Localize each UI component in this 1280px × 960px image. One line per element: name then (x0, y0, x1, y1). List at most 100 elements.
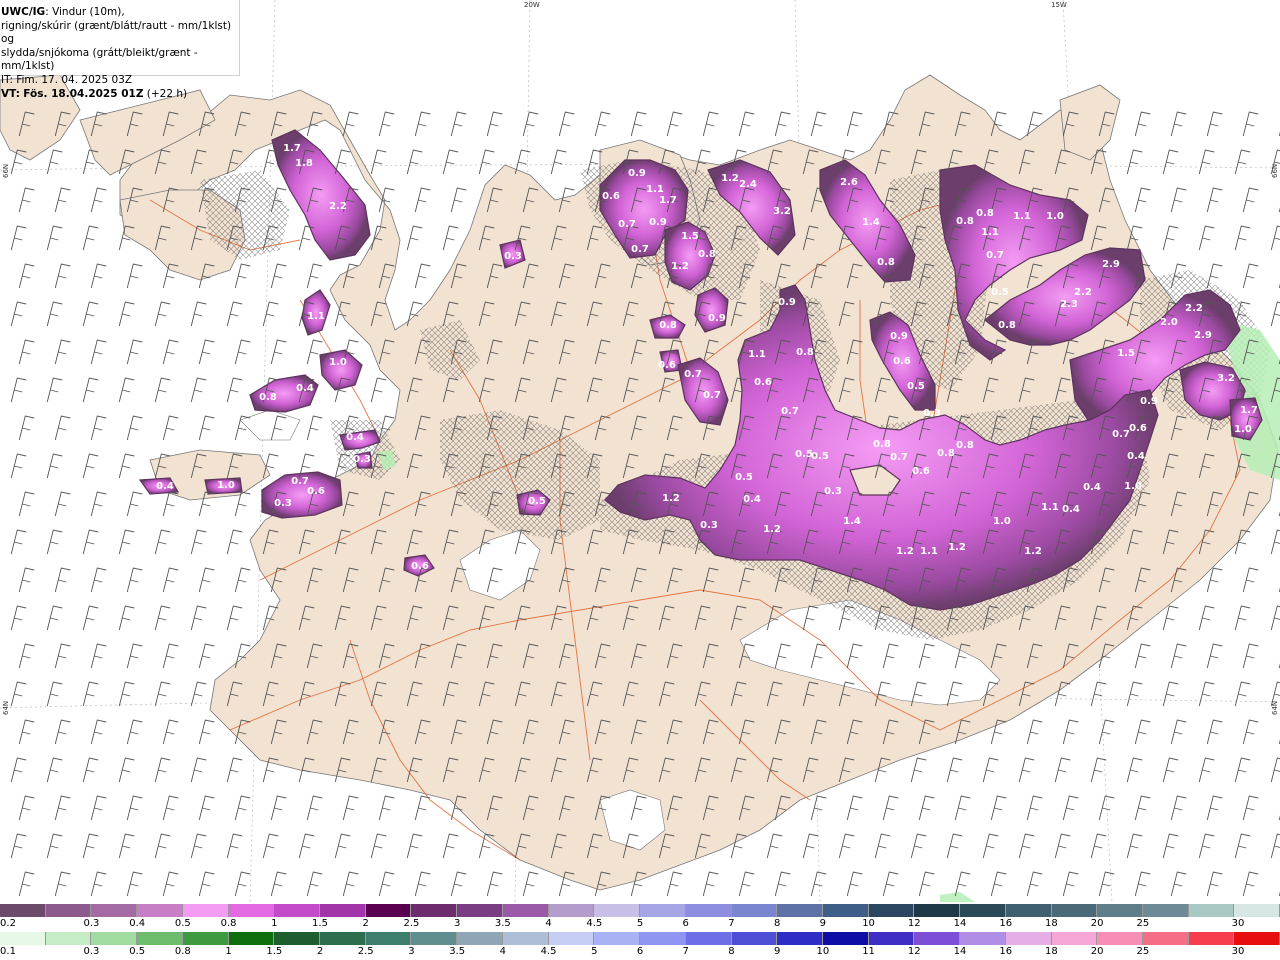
forecast-map[interactable]: 1.7 1.8 2.2 1.1 1.0 0.4 0.8 0.4 0.3 0.4 1.0 0.7 0.6 0… (0, 0, 1280, 902)
legend-swatch (457, 932, 503, 945)
legend-tick-label: 8 (728, 946, 735, 957)
wind-barb (18, 567, 35, 593)
snowfall-value-label: 0.6 (1129, 423, 1147, 434)
wind-barb (1206, 871, 1223, 897)
snowfall-value-label: 1.1 (748, 349, 766, 360)
wind-barb (82, 757, 99, 783)
legend-swatch (45, 904, 92, 917)
wind-barb (126, 263, 143, 289)
legend-swatch (868, 904, 915, 917)
legend-swatch (137, 904, 183, 917)
snowfall-value-label: 0.4 (1083, 482, 1101, 493)
snowfall-value-label: 0.4 (743, 494, 761, 505)
legend-tick-label: 5 (636, 918, 644, 929)
wind-barb (1134, 871, 1151, 897)
snowfall-value-label: 0.6 (893, 356, 911, 367)
legend-swatch (365, 932, 412, 945)
wind-barb (486, 111, 503, 137)
legend-swatch (0, 904, 46, 917)
snowfall-value-label: 0.8 (937, 448, 955, 459)
wind-barb (126, 339, 143, 365)
wind-barb (846, 111, 863, 137)
wind-barb (118, 757, 135, 783)
legend-tick-label: 10 (816, 946, 830, 957)
subtitle-rain: rigning/skúrir (grænt/blátt/rautt - mm/1… (1, 19, 232, 46)
legend-tick-label: 2 (316, 946, 324, 957)
wind-barb (162, 415, 179, 441)
snowfall-value-label: 1.0 (1124, 481, 1142, 492)
wind-barb (1170, 871, 1187, 897)
snowfall-value-label: 0.8 (998, 320, 1016, 331)
legend-swatch (777, 904, 823, 917)
wind-barb (54, 187, 71, 213)
wind-barb (1242, 719, 1259, 745)
legend-swatch (1097, 932, 1143, 945)
wind-barb (46, 757, 63, 783)
wind-barb (1198, 681, 1215, 707)
wind-barb (1234, 757, 1251, 783)
wind-barb (1018, 757, 1035, 783)
wind-barb (1206, 187, 1223, 213)
wind-barb (630, 111, 647, 137)
wind-barb (442, 149, 459, 175)
wind-barb (450, 111, 467, 137)
legend-swatch (640, 904, 686, 917)
legend-swatch (594, 932, 641, 945)
legend-tick-label: 8 (773, 918, 781, 929)
snowfall-value-label: 0.4 (1062, 504, 1080, 515)
snowfall-value-label: 0.8 (956, 440, 974, 451)
wind-barb (306, 263, 323, 289)
wind-barb (10, 301, 27, 327)
snowfall-value-label: 0.9 (649, 217, 667, 228)
wind-barb (406, 833, 423, 859)
wind-barb (990, 795, 1007, 821)
legend-tick-label: 18 (1045, 946, 1058, 957)
legend-swatch (228, 932, 275, 945)
legend-swatch (685, 932, 732, 945)
wind-barb (1090, 681, 1107, 707)
wind-barb (118, 529, 135, 555)
legend-tick-label: 1 (271, 918, 278, 929)
snowfall-value-label: 1.1 (981, 227, 999, 238)
snowfall-value-label: 0.3 (274, 498, 292, 509)
wind-barb (18, 719, 35, 745)
wind-barb (1134, 187, 1151, 213)
wind-barb (478, 149, 495, 175)
wind-barb (226, 301, 243, 327)
wind-barb (1170, 643, 1187, 669)
snowfall-value-label: 1.2 (763, 524, 781, 535)
wind-barb (46, 377, 63, 403)
legend-tick-label: 14 (953, 918, 967, 929)
snowfall-value-label: 0.6 (602, 191, 620, 202)
wind-barb (198, 719, 215, 745)
snowfall-value-label: 1.7 (659, 195, 677, 206)
wind-barb (1242, 567, 1259, 593)
legend-tick-label: 10 (862, 918, 875, 929)
wind-barb (226, 833, 243, 859)
wind-barb (90, 567, 107, 593)
wind-barb (234, 567, 251, 593)
legend-tick-label: 1 (225, 946, 232, 957)
wind-barb (802, 833, 819, 859)
wind-barb (154, 681, 171, 707)
wind-barb (1206, 111, 1223, 137)
legend-swatch (731, 932, 778, 945)
snowfall-value-label: 3.2 (773, 206, 791, 217)
legend-swatch (960, 932, 1006, 945)
legend-tick-label: 14 (953, 946, 967, 957)
valid-time-label: VT: (1, 87, 20, 100)
snowfall-value-label: 1.2 (1024, 546, 1042, 557)
wind-barb (82, 377, 99, 403)
snowfall-value-label: 1.0 (329, 357, 347, 368)
wind-barb (1198, 605, 1215, 631)
wind-barb (18, 795, 35, 821)
legend-tick-label: 30 (1231, 946, 1245, 957)
wind-barb (1198, 225, 1215, 251)
coord-left-64n: 64N (2, 700, 10, 715)
snowfall-value-label: 2.9 (1194, 330, 1212, 341)
snowfall-value-label: 1.0 (1046, 211, 1064, 222)
snowfall-value-label: 0.7 (890, 452, 908, 463)
wind-barb (90, 187, 107, 213)
wind-barb (1162, 833, 1179, 859)
wind-barb (306, 795, 323, 821)
